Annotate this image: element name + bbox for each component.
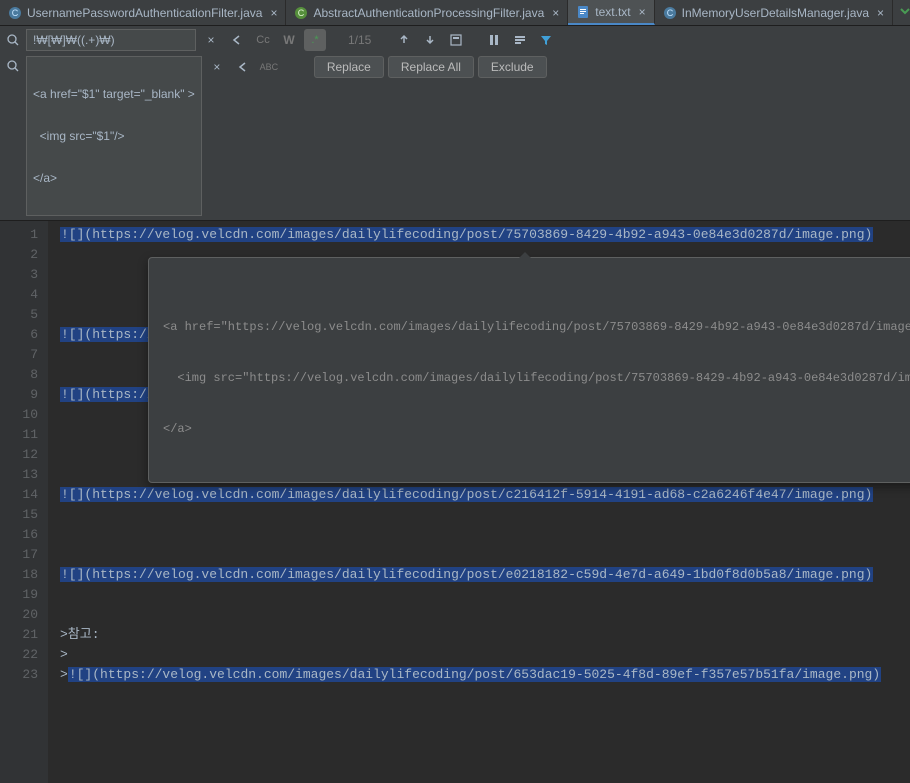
- line-number: 23: [0, 665, 48, 685]
- line-number: 21: [0, 625, 48, 645]
- editor-tabs: C UsernamePasswordAuthenticationFilter.j…: [0, 0, 910, 26]
- code-line-1[interactable]: ![](https://velog.velcdn.com/images/dail…: [60, 227, 873, 242]
- line-number: 12: [0, 445, 48, 465]
- code-line-23-prefix[interactable]: >: [60, 667, 68, 682]
- close-icon[interactable]: ×: [639, 5, 646, 19]
- java-class-icon: C: [8, 6, 22, 20]
- tab-file-2[interactable]: text.txt ×: [568, 0, 654, 25]
- svg-text:C: C: [12, 8, 19, 18]
- java-class-icon: C: [294, 6, 308, 20]
- line-number: 2: [0, 245, 48, 265]
- svg-text:C: C: [298, 8, 305, 18]
- regex-toggle[interactable]: .*: [304, 29, 326, 51]
- search-icon: [4, 33, 22, 47]
- code-line-6[interactable]: ![](https://velog.velcdn.com/images/dail…: [60, 327, 873, 342]
- line-number: 16: [0, 525, 48, 545]
- match-count: 1/15: [342, 33, 377, 47]
- search-back-icon[interactable]: [226, 29, 248, 51]
- replace-all-button[interactable]: Replace All: [388, 56, 474, 78]
- editor-area: 1 2 3 4 5 6 7 8 9 10 11 12 13 14 15 16 1…: [0, 221, 910, 783]
- clear-replace-icon[interactable]: ×: [206, 56, 228, 78]
- line-number: 13: [0, 465, 48, 485]
- line-number: 3: [0, 265, 48, 285]
- svg-text:C: C: [666, 8, 673, 18]
- line-number: 7: [0, 345, 48, 365]
- add-selection-icon[interactable]: [483, 29, 505, 51]
- line-number: 17: [0, 545, 48, 565]
- line-number-gutter: 1 2 3 4 5 6 7 8 9 10 11 12 13 14 15 16 1…: [0, 221, 48, 783]
- code-area[interactable]: ![](https://velog.velcdn.com/images/dail…: [48, 221, 910, 783]
- tab-file-1[interactable]: C AbstractAuthenticationProcessingFilter…: [286, 0, 568, 25]
- line-number: 8: [0, 365, 48, 385]
- java-class-icon: C: [663, 6, 677, 20]
- case-sensitive-toggle[interactable]: Cc: [252, 29, 274, 51]
- code-line-23[interactable]: ![](https://velog.velcdn.com/images/dail…: [68, 667, 881, 682]
- line-number: 19: [0, 585, 48, 605]
- search-input[interactable]: [26, 29, 196, 51]
- replace-icon: [4, 56, 22, 73]
- code-line-14[interactable]: ![](https://velog.velcdn.com/images/dail…: [60, 487, 873, 502]
- line-number: 15: [0, 505, 48, 525]
- line-number: 4: [0, 285, 48, 305]
- code-line-22[interactable]: >: [60, 647, 68, 662]
- line-number: 11: [0, 425, 48, 445]
- chevron-down-icon: [899, 5, 910, 20]
- txt-file-icon: [576, 5, 590, 19]
- exclude-button[interactable]: Exclude: [478, 56, 547, 78]
- tab-label: text.txt: [595, 5, 630, 19]
- clear-search-icon[interactable]: ×: [200, 29, 222, 51]
- replace-back-icon[interactable]: [232, 56, 254, 78]
- new-line-icon[interactable]: [509, 29, 531, 51]
- line-number: 14: [0, 485, 48, 505]
- tab-file-3[interactable]: C InMemoryUserDetailsManager.java ×: [655, 0, 893, 25]
- tab-label: AbstractAuthenticationProcessingFilter.j…: [313, 6, 544, 20]
- more-tabs-button[interactable]: [893, 0, 910, 25]
- line-number: 6: [0, 325, 48, 345]
- line-number: 20: [0, 605, 48, 625]
- tab-label: UsernamePasswordAuthenticationFilter.jav…: [27, 6, 262, 20]
- tab-label: InMemoryUserDetailsManager.java: [682, 6, 869, 20]
- code-line-21[interactable]: >참고:: [60, 627, 100, 642]
- preserve-case-toggle[interactable]: ABC: [258, 56, 280, 78]
- words-toggle[interactable]: W: [278, 29, 300, 51]
- replace-button[interactable]: Replace: [314, 56, 384, 78]
- line-number: 9: [0, 385, 48, 405]
- filter-icon[interactable]: [535, 29, 557, 51]
- line-number: 1: [0, 225, 48, 245]
- replace-input-line3[interactable]: </a>: [33, 171, 195, 185]
- line-number: 10: [0, 405, 48, 425]
- line-number: 22: [0, 645, 48, 665]
- prev-match-icon[interactable]: [393, 29, 415, 51]
- line-number: 18: [0, 565, 48, 585]
- close-icon[interactable]: ×: [270, 6, 277, 20]
- close-icon[interactable]: ×: [552, 6, 559, 20]
- next-match-icon[interactable]: [419, 29, 441, 51]
- replace-input-line1[interactable]: <a href="$1" target="_blank" >: [33, 87, 195, 101]
- line-number: 5: [0, 305, 48, 325]
- select-all-icon[interactable]: [445, 29, 467, 51]
- find-replace-panel: × Cc W .* 1/15 <a href="$1" target="_bla…: [0, 26, 910, 221]
- code-line-18[interactable]: ![](https://velog.velcdn.com/images/dail…: [60, 567, 873, 582]
- code-line-9[interactable]: ![](https://velog.velcdn.com/images/dail…: [60, 387, 873, 402]
- replace-input-line2[interactable]: <img src="$1"/>: [33, 129, 195, 143]
- close-icon[interactable]: ×: [877, 6, 884, 20]
- tab-file-0[interactable]: C UsernamePasswordAuthenticationFilter.j…: [0, 0, 286, 25]
